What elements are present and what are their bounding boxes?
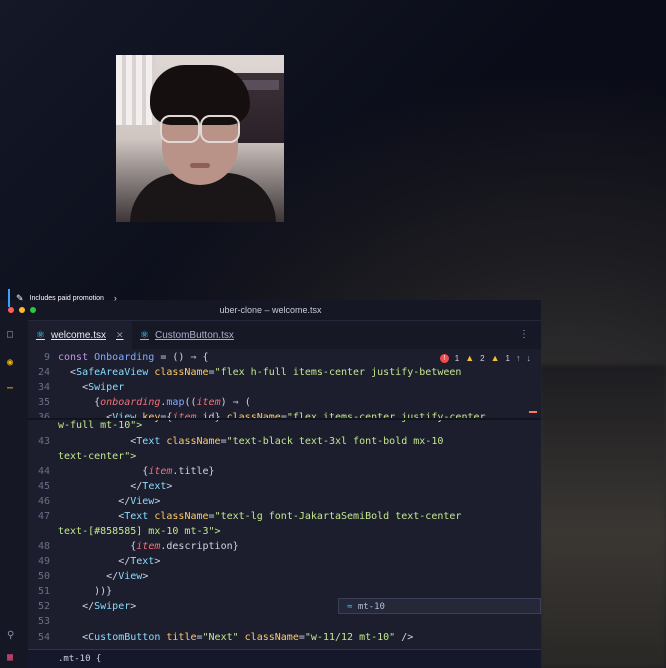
code-line[interactable]: 50 </View> (28, 570, 541, 584)
code-line[interactable]: 24 <SafeAreaView className="flex h-full … (28, 366, 541, 380)
warning-count: 2 (480, 353, 485, 363)
error-count: 1 (454, 353, 460, 363)
promo-accent-bar (8, 289, 10, 307)
promotion-icon: ✎ (16, 292, 24, 303)
code-line[interactable]: text-[#858585] mx-10 mt-3"> (28, 525, 541, 539)
code-text: {item.description} (58, 541, 239, 552)
line-number: 48 (37, 541, 50, 552)
line-number: 49 (37, 556, 50, 567)
line-number: 44 (37, 466, 50, 477)
close-icon[interactable]: ✕ (116, 330, 124, 341)
code-text: </Text> (58, 556, 161, 567)
activity-bar: □ ◉ ⋯ ⚲ ▦ (0, 320, 29, 668)
promo-label: Includes paid promotion (29, 294, 104, 302)
code-line[interactable]: 34 <Swiper (28, 381, 541, 395)
webcam-overlay (116, 55, 284, 222)
react-icon: ⚛ (36, 329, 45, 341)
git-icon[interactable]: ◉ (7, 357, 13, 368)
react-icon: ⚛ (140, 329, 149, 341)
next-problem-icon[interactable]: ↓ (527, 353, 532, 363)
code-text: {onboarding.map((item) ⇒ ( (58, 397, 251, 408)
sticky-scroll-divider (28, 418, 541, 420)
code-line[interactable]: 46 </View> (28, 495, 541, 509)
info-count: 1 (505, 353, 510, 363)
webcam-glasses-left (160, 115, 200, 143)
scrollbar-marker (529, 411, 537, 413)
code-text: <Text className="text-lg font-JakartaSem… (58, 511, 462, 522)
code-text: <Text className="text-black text-3xl fon… (58, 436, 444, 447)
ellipsis-icon[interactable]: ⋯ (7, 383, 13, 394)
line-number: 53 (37, 616, 50, 627)
more-actions-icon[interactable]: ⋮ (519, 329, 529, 340)
autocomplete-suggestion[interactable]: ≈ mt-10 (338, 598, 541, 614)
line-number: 34 (37, 382, 50, 393)
code-line[interactable]: 35 {onboarding.map((item) ⇒ ( (28, 396, 541, 410)
code-line[interactable]: text-center"> (28, 450, 541, 464)
code-text: <SafeAreaView className="flex h-full ite… (58, 367, 462, 378)
info-icon: ▲ (490, 353, 500, 363)
code-text: {item.title} (58, 466, 215, 477)
line-number: 45 (37, 481, 50, 492)
line-number: 24 (37, 367, 50, 378)
tailwind-icon: ≈ (347, 602, 353, 612)
code-text: </View> (58, 571, 149, 582)
code-text: </Swiper> (58, 601, 137, 612)
tab-label: welcome.tsx (50, 329, 106, 341)
code-line[interactable]: 45 </Text> (28, 480, 541, 494)
code-text: <CustomButton title="Next" className="w-… (58, 632, 414, 643)
hover-preview: .mt-10 { (28, 649, 541, 668)
tab-label: CustomButton.tsx (154, 329, 234, 341)
code-editor[interactable]: 9 const Onboarding = () ⇒ { 24 <SafeAreaVi… (28, 349, 541, 668)
editor-tabs: ⚛ welcome.tsx ✕ ⚛ CustomButton.tsx ⋮ (28, 321, 541, 350)
code-line[interactable]: 51 ))} (28, 585, 541, 599)
webcam-person-mouth (190, 163, 210, 168)
code-text: text-[#858585] mx-10 mt-3"> (58, 526, 221, 537)
code-text: ))} (58, 586, 113, 597)
window-title: uber-clone – welcome.tsx (219, 305, 322, 315)
code-line[interactable]: 53 (28, 615, 541, 629)
error-icon: ! (439, 353, 449, 363)
code-text: <Swiper (58, 382, 125, 393)
warning-icon: ▲ (465, 353, 475, 363)
code-line[interactable]: 43 <Text className="text-black text-3xl … (28, 435, 541, 449)
code-text: </View> (58, 496, 161, 507)
code-text: </Text> (58, 481, 173, 492)
webcam-glasses-right (200, 115, 240, 143)
tab-welcome[interactable]: ⚛ welcome.tsx ✕ (28, 321, 132, 349)
tab-custombutton[interactable]: ⚛ CustomButton.tsx (132, 321, 242, 349)
line-number: 46 (37, 496, 50, 507)
files-icon[interactable]: □ (7, 329, 13, 340)
code-line[interactable]: w-full mt-10"> (28, 419, 541, 433)
line-number: 43 (37, 436, 50, 447)
background-person-blur (540, 365, 666, 668)
code-line[interactable]: 54 <CustomButton title="Next" className=… (28, 631, 541, 645)
line-number: 47 (37, 511, 50, 522)
code-line[interactable]: 44 {item.title} (28, 465, 541, 479)
code-line[interactable]: 48 {item.description} (28, 540, 541, 554)
code-line[interactable]: 49 </Text> (28, 555, 541, 569)
line-number: 52 (37, 601, 50, 612)
search-icon[interactable]: ⚲ (7, 630, 14, 641)
chevron-right-icon: › (113, 293, 117, 303)
line-number: 51 (37, 586, 50, 597)
line-number: 9 (43, 352, 50, 363)
code-line[interactable]: 47 <Text className="text-lg font-Jakarta… (28, 510, 541, 524)
line-number: 50 (37, 571, 50, 582)
line-number: 54 (37, 632, 50, 643)
suggestion-label: mt-10 (357, 602, 385, 612)
problems-indicator[interactable]: ! 1 ▲ 2 ▲ 1 ↑ ↓ (439, 353, 532, 363)
code-text: text-center"> (58, 451, 137, 462)
line-number: 35 (37, 397, 50, 408)
previous-problem-icon[interactable]: ↑ (516, 353, 521, 363)
code-text: const Onboarding = () ⇒ { (58, 352, 209, 363)
paid-promotion-badge[interactable]: ✎ Includes paid promotion › (8, 289, 123, 307)
webcam-window-blinds (116, 55, 156, 125)
extensions-icon[interactable]: ▦ (7, 652, 13, 663)
code-text: w-full mt-10"> (58, 420, 143, 431)
